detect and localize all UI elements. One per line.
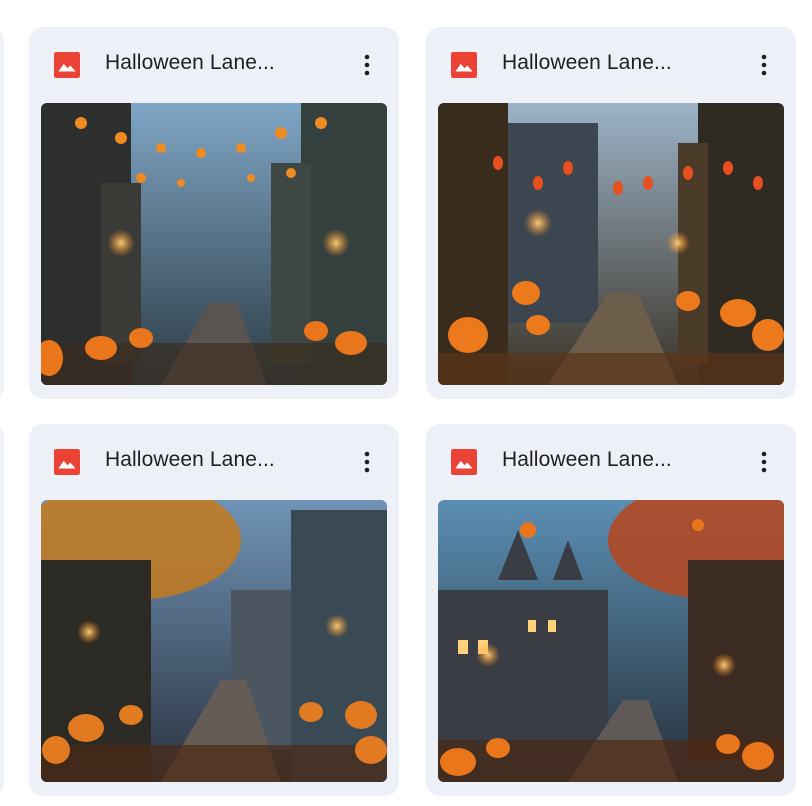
partial-file-card[interactable] xyxy=(0,425,4,795)
file-thumbnail[interactable] xyxy=(438,103,784,385)
file-card[interactable]: Halloween Lane... xyxy=(426,27,796,399)
file-card-header: Halloween Lane... xyxy=(29,27,399,103)
file-title: Halloween Lane... xyxy=(105,51,275,74)
halloween-street-image xyxy=(438,103,784,385)
more-options-button[interactable] xyxy=(351,446,383,478)
more-options-button[interactable] xyxy=(748,446,780,478)
partial-file-card[interactable] xyxy=(0,28,4,398)
halloween-street-image xyxy=(41,103,387,385)
image-file-icon xyxy=(54,52,80,78)
image-file-icon xyxy=(451,449,477,475)
image-file-icon xyxy=(54,449,80,475)
image-file-icon xyxy=(451,52,477,78)
more-options-button[interactable] xyxy=(351,49,383,81)
file-thumbnail[interactable] xyxy=(41,500,387,782)
file-card-header: Halloween Lane... xyxy=(29,424,399,500)
file-card-header: Halloween Lane... xyxy=(426,27,796,103)
file-title: Halloween Lane... xyxy=(502,51,672,74)
file-card[interactable]: Halloween Lane... xyxy=(29,424,399,796)
file-card[interactable]: Halloween Lane... xyxy=(29,27,399,399)
file-title: Halloween Lane... xyxy=(105,448,275,471)
more-vert-icon xyxy=(761,54,767,76)
more-vert-icon xyxy=(761,451,767,473)
more-options-button[interactable] xyxy=(748,49,780,81)
file-card-header: Halloween Lane... xyxy=(426,424,796,500)
more-vert-icon xyxy=(364,451,370,473)
more-vert-icon xyxy=(364,54,370,76)
file-card[interactable]: Halloween Lane... xyxy=(426,424,796,796)
file-grid: Halloween Lane... Halloween Lane... Hall… xyxy=(0,0,812,806)
halloween-street-image xyxy=(41,500,387,782)
file-title: Halloween Lane... xyxy=(502,448,672,471)
file-thumbnail[interactable] xyxy=(438,500,784,782)
halloween-street-image xyxy=(438,500,784,782)
file-thumbnail[interactable] xyxy=(41,103,387,385)
